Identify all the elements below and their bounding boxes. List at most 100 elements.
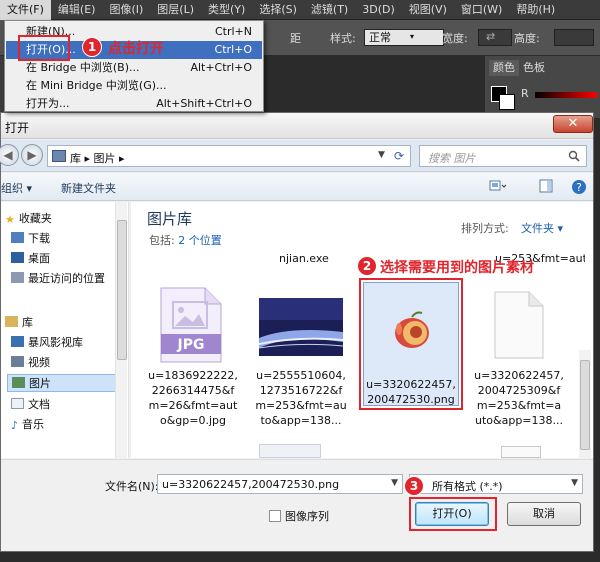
scrollbar-thumb[interactable] xyxy=(580,360,590,450)
nav-video-library[interactable]: 暴风影视库 xyxy=(11,334,83,352)
file-list-scrollbar[interactable] xyxy=(579,350,591,458)
chevron-down-icon[interactable]: ▼ xyxy=(378,150,385,160)
menu-item-browse-mini-bridge[interactable]: 在 Mini Bridge 中浏览(G)... xyxy=(6,77,262,95)
locations-link[interactable]: 2 个位置 xyxy=(178,234,222,247)
view-options-icon[interactable] xyxy=(489,179,507,193)
arrange-by-select[interactable]: 文件夹 ▾ xyxy=(521,220,563,236)
filetype-select[interactable]: 所有格式 (*.*) ▼ xyxy=(409,474,583,494)
search-input[interactable]: 搜索 图片 xyxy=(419,145,587,167)
filename-input[interactable]: u=3320622457,200472530.png ▼ xyxy=(157,474,403,494)
nav-label: 图片 xyxy=(29,377,51,390)
workspace-edge xyxy=(594,118,600,562)
cancel-button[interactable]: 取消 xyxy=(507,502,581,526)
desktop-icon xyxy=(11,252,24,263)
navigation-pane: ★ 收藏夹 下载 桌面 最近访问的位置 库 暴风影视库 视频 图片 文档 ♪ 音乐 xyxy=(1,202,129,458)
menu-file[interactable]: 文件(F) xyxy=(0,0,51,20)
channel-label: R xyxy=(521,87,529,100)
help-icon[interactable]: ? xyxy=(571,179,587,195)
menu-help[interactable]: 帮助(H) xyxy=(509,0,562,20)
download-folder-icon xyxy=(11,232,24,243)
address-path: 库 ▸ 图片 ▸ xyxy=(70,152,125,165)
background-color-swatch[interactable] xyxy=(499,94,515,110)
height-input[interactable] xyxy=(554,29,594,46)
step-1-annotation: 点击打开 xyxy=(108,41,164,57)
dialog-titlebar[interactable]: 打开 ✕ xyxy=(1,113,593,139)
nav-videos[interactable]: 视频 xyxy=(11,354,50,372)
file-item-partial[interactable] xyxy=(259,444,321,458)
forward-icon[interactable]: ▶ xyxy=(21,144,43,166)
scrollbar-thumb[interactable] xyxy=(117,220,127,360)
search-icon[interactable] xyxy=(568,150,580,162)
library-title: 图片库 xyxy=(147,210,193,228)
nav-label: 库 xyxy=(22,316,33,329)
menu-edit[interactable]: 编辑(E) xyxy=(51,0,103,20)
file-item-photo[interactable] xyxy=(259,298,343,356)
star-icon: ★ xyxy=(5,213,15,226)
tab-swatches[interactable]: 色板 xyxy=(519,60,549,76)
menu-item-shortcut: Ctrl+N xyxy=(214,25,252,38)
back-icon[interactable]: ◀ xyxy=(0,144,19,166)
swap-icon[interactable]: ⇄ xyxy=(486,30,495,43)
menu-layer[interactable]: 图层(L) xyxy=(150,0,201,20)
highlight-box-open-menu xyxy=(18,35,70,61)
menu-filter[interactable]: 滤镜(T) xyxy=(304,0,355,20)
menu-type[interactable]: 类型(Y) xyxy=(201,0,252,20)
menu-item-open-as[interactable]: 打开为... Alt+Shift+Ctrl+O xyxy=(6,95,262,113)
nav-pictures[interactable]: 图片 xyxy=(7,374,117,392)
file-menu-dropdown: 新建(N)... Ctrl+N 打开(O)... Ctrl+O 在 Bridge… xyxy=(4,20,264,112)
step-badge-2: 2 xyxy=(357,256,377,276)
address-bar[interactable]: 库 ▸ 图片 ▸ ▼ ⟳ xyxy=(47,145,411,167)
file-list-area: 图片库 包括: 2 个位置 排列方式: 文件夹 ▾ njian.exe u=25… xyxy=(131,202,593,458)
step-2-annotation: 选择需要用到的图片素材 xyxy=(380,260,534,276)
navigation-bar: ◀ ▶ 库 ▸ 图片 ▸ ▼ ⟳ 搜索 图片 xyxy=(0,140,593,172)
video-library-icon xyxy=(11,336,24,347)
nav-scrollbar[interactable] xyxy=(115,202,127,458)
nav-recent-places[interactable]: 最近访问的位置 xyxy=(11,270,105,288)
svg-text:?: ? xyxy=(576,181,582,194)
file-item-jpg[interactable]: JPG xyxy=(159,286,223,364)
videos-icon xyxy=(11,356,24,367)
photo-thumbnail xyxy=(259,298,343,356)
menu-select[interactable]: 选择(S) xyxy=(252,0,304,20)
organize-button[interactable]: 组织 ▾ xyxy=(1,180,32,196)
file-item-generic[interactable] xyxy=(493,290,545,360)
red-slider[interactable] xyxy=(535,92,597,98)
nav-downloads[interactable]: 下载 xyxy=(11,230,50,248)
menu-window[interactable]: 窗口(W) xyxy=(454,0,509,20)
menu-item-browse-bridge[interactable]: 在 Bridge 中浏览(B)... Alt+Ctrl+O xyxy=(6,59,262,77)
menu-item-shortcut: Alt+Shift+Ctrl+O xyxy=(156,97,252,110)
nav-desktop[interactable]: 桌面 xyxy=(11,250,50,268)
nav-documents[interactable]: 文档 xyxy=(11,396,50,414)
tab-color[interactable]: 颜色 xyxy=(489,60,519,76)
menu-view[interactable]: 视图(V) xyxy=(402,0,454,20)
image-sequence-checkbox[interactable] xyxy=(269,510,281,522)
nav-label: 桌面 xyxy=(28,252,50,265)
nav-label: 下载 xyxy=(28,232,50,245)
filetype-value: 所有格式 (*.*) xyxy=(432,480,503,493)
nav-libraries[interactable]: 库 xyxy=(5,314,33,332)
dialog-title: 打开 xyxy=(5,121,30,135)
chevron-down-icon[interactable]: ▼ xyxy=(571,478,578,488)
close-button[interactable]: ✕ xyxy=(553,115,593,133)
menu-image[interactable]: 图像(I) xyxy=(102,0,150,20)
style-select[interactable]: 正常 xyxy=(364,29,444,46)
dialog-footer: 文件名(N): u=3320622457,200472530.png ▼ 所有格… xyxy=(1,459,593,551)
file-caption: u=2555510604, 1273516722&f m=253&fmt=au … xyxy=(255,369,347,427)
refresh-icon[interactable]: ⟳ xyxy=(394,149,410,163)
step-badge-3: 3 xyxy=(404,476,424,496)
preview-pane-icon[interactable] xyxy=(539,179,553,193)
chevron-down-icon[interactable]: ▼ xyxy=(391,478,398,488)
menu-item-shortcut: Alt+Ctrl+O xyxy=(190,61,252,74)
color-panel: 颜色 色板 R xyxy=(484,56,600,118)
file-item-partial[interactable] xyxy=(501,446,541,458)
nav-music[interactable]: ♪ 音乐 xyxy=(11,416,44,434)
menu-3d[interactable]: 3D(D) xyxy=(355,0,402,20)
new-folder-button[interactable]: 新建文件夹 xyxy=(61,180,116,196)
filename-label: 文件名(N): xyxy=(105,480,159,493)
filename-value: u=3320622457,200472530.png xyxy=(162,478,340,491)
search-placeholder: 搜索 图片 xyxy=(428,152,476,165)
file-caption-partial: njian.exe xyxy=(279,252,329,265)
nav-favorites[interactable]: ★ 收藏夹 xyxy=(5,210,52,228)
file-caption: u=3320622457, 2004725309&f m=253&fmt=a u… xyxy=(474,369,564,427)
style-label: 样式: xyxy=(330,32,356,45)
